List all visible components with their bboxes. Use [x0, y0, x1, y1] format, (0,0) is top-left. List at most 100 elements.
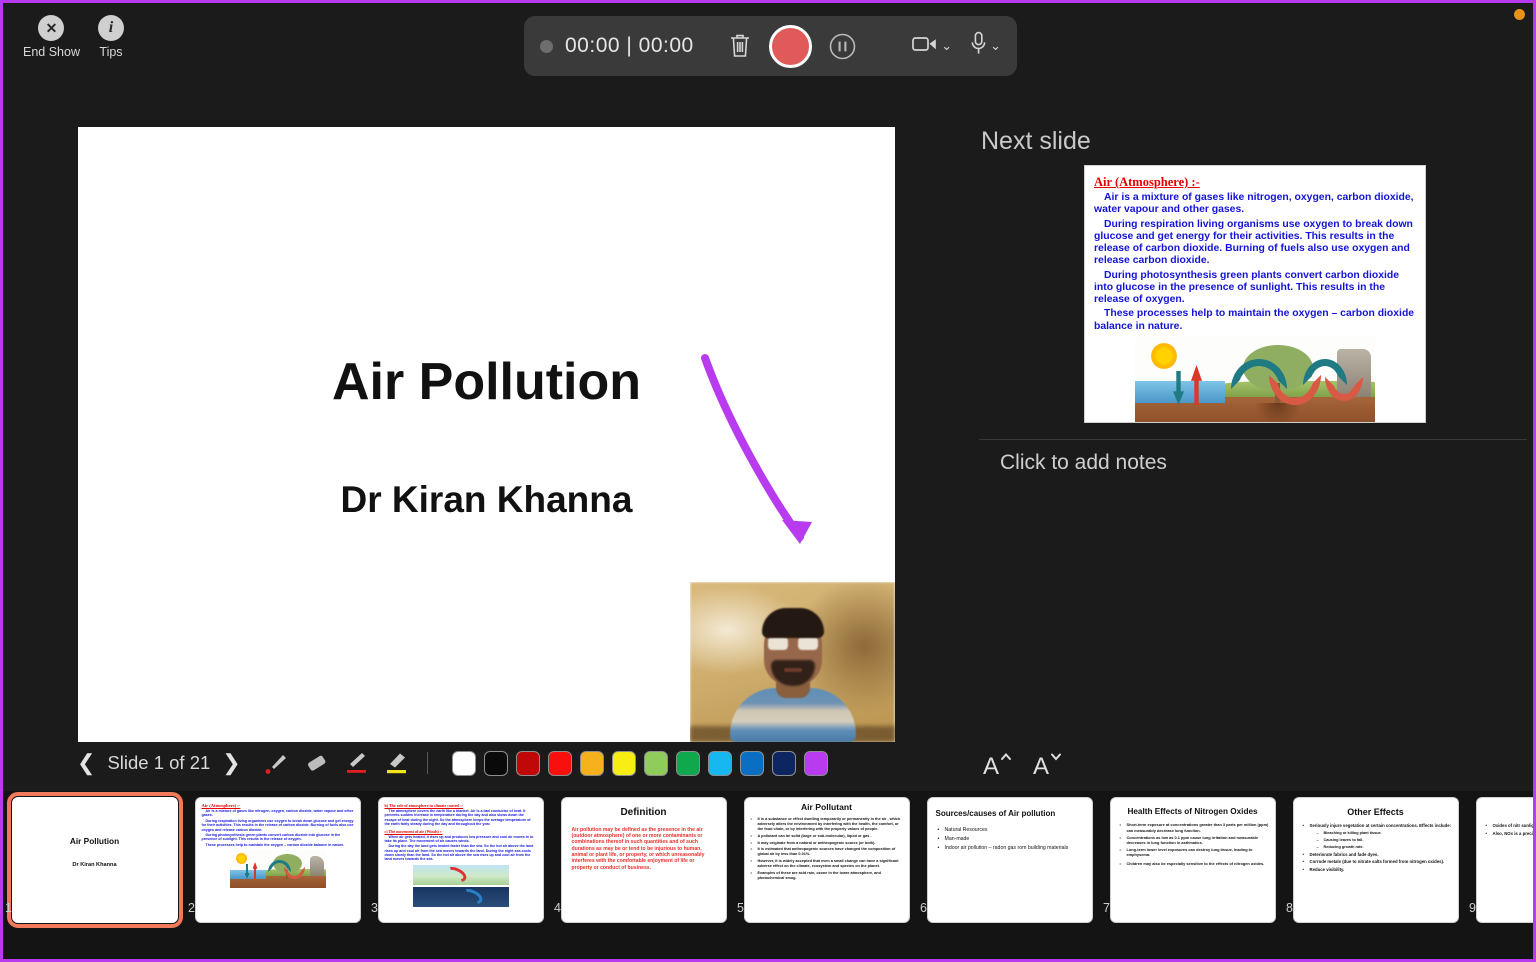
laser-pointer-tool[interactable] — [263, 750, 289, 776]
thumb-title: Other Effects — [1347, 807, 1404, 817]
thumb-paragraph: During respiration living organisms use … — [201, 818, 354, 832]
microphone-selector[interactable]: ⌄ — [970, 31, 1001, 61]
thumb-title: Health Effects of Nitrogen Oxides — [1127, 807, 1258, 816]
thumbnail-item[interactable]: Sources/causes of Air pollution Natural … — [918, 791, 1101, 923]
next-slide-preview[interactable]: Air (Atmosphere) :- Air is a mixture of … — [1084, 165, 1426, 423]
tips-button[interactable]: i Tips — [97, 15, 124, 59]
tips-label: Tips — [99, 45, 123, 59]
next-slide-paragraph: During photosynthesis green plants conve… — [1094, 269, 1400, 306]
next-slide-paragraph: During respiration living organisms use … — [1094, 218, 1413, 267]
trash-icon[interactable] — [728, 32, 752, 60]
thumbnail-number: 8 — [1286, 901, 1293, 915]
thumb-title: Definition — [620, 807, 667, 818]
decrease-font-size-icon[interactable]: A — [1031, 749, 1063, 780]
list-item: Examples of these are acid rain, ozone i… — [751, 871, 903, 881]
next-slide-button[interactable]: ❯ — [222, 752, 240, 774]
svg-text:A: A — [1033, 753, 1049, 779]
thumbnail-slide-3[interactable]: b) The role of atmosphere in climate con… — [377, 797, 544, 923]
increase-font-size-icon[interactable]: A — [981, 749, 1013, 780]
list-item: Corrode metals (due to nitrate salts for… — [1303, 859, 1452, 865]
slide-counter: Slide 1 of 21 — [107, 752, 211, 773]
thumbnail-slide-8[interactable]: Other Effects Seriously injure vegetatio… — [1292, 797, 1459, 923]
pen-tool[interactable] — [343, 750, 369, 776]
next-slide-paragraph: These processes help to maintain the oxy… — [1094, 308, 1415, 332]
info-icon: i — [97, 15, 124, 41]
thumbnail-slide-9[interactable]: Other Eff Oxides of nitr sunlight, can h… — [1475, 797, 1534, 923]
eraser-tool[interactable] — [303, 750, 329, 776]
ink-color-green[interactable] — [675, 750, 700, 776]
thumbnail-number: 9 — [1469, 901, 1476, 915]
thumbnail-slide-1[interactable]: Air Pollution Dr Kiran Khanna — [6, 792, 183, 928]
next-slide-heading: Air (Atmosphere) :- — [1094, 175, 1200, 189]
ink-color-black[interactable] — [483, 750, 508, 776]
thumb-paragraph: During the day the land gets heated fast… — [384, 844, 534, 862]
current-slide-stage[interactable]: Air Pollution Dr Kiran Khanna — [78, 127, 895, 742]
list-item: Causing leaves to fall. — [1317, 838, 1452, 843]
top-left-controls: ✕ End Show i Tips — [23, 15, 124, 59]
thumbnail-slide-5[interactable]: Air Pollutant It is a substance or effec… — [743, 797, 910, 923]
ink-color-red[interactable] — [547, 750, 572, 776]
thumbnail-item[interactable]: Air Pollutant It is a substance or effec… — [735, 791, 918, 923]
thumbnail-item[interactable]: Health Effects of Nitrogen Oxides Short-… — [1101, 791, 1284, 923]
thumbnail-number: 1 — [5, 901, 12, 915]
list-item: Oxides of nitr sunlight, can hydrocarbon… — [1486, 823, 1534, 829]
ink-color-light-green[interactable] — [643, 750, 668, 776]
thumbnail-number: 4 — [554, 901, 561, 915]
toolbar-divider — [426, 752, 428, 774]
thumbnail-item[interactable]: b) The role of atmosphere in climate con… — [369, 791, 552, 923]
thumb-paragraph: The atmosphere covers the earth like a b… — [384, 809, 531, 827]
thumbnail-slide-4[interactable]: Definition Air pollution may be defined … — [560, 797, 727, 923]
ink-color-navy[interactable] — [771, 750, 796, 776]
ink-color-blue[interactable] — [739, 750, 764, 776]
thumbnail-item[interactable]: Definition Air pollution may be defined … — [552, 791, 735, 923]
recording-toolbar: 00:00 | 00:00 ⌄ ⌄ — [524, 16, 1017, 76]
slide-thumbnail-strip[interactable]: Air Pollution Dr Kiran Khanna 1 Air (Atm… — [3, 791, 1533, 959]
thumb-title: Sources/causes of Air pollution — [935, 809, 1056, 818]
recording-indicator-dot — [1514, 9, 1525, 20]
thumbnail-slide-2[interactable]: Air (Atmosphere) :- Air is a mixture of … — [194, 797, 361, 923]
ink-color-cyan[interactable] — [707, 750, 732, 776]
ink-color-yellow[interactable] — [611, 750, 636, 776]
ink-annotation-arrow — [701, 354, 812, 544]
list-item: Indoor air pollution – radon gas rom bui… — [938, 845, 1086, 852]
slide-navigation-bar: ❮ Slide 1 of 21 ❯ — [77, 750, 828, 776]
thumbnail-item[interactable]: Other Effects Seriously injure vegetatio… — [1284, 791, 1467, 923]
list-item: Also, NOx is a precipitation, terrestria… — [1486, 831, 1534, 837]
thumbnail-item[interactable]: Other Eff Oxides of nitr sunlight, can h… — [1467, 791, 1534, 923]
list-item: A pollutant can be solid (large or sub-m… — [751, 834, 903, 839]
ink-color-orange[interactable] — [579, 750, 604, 776]
highlighter-tool[interactable] — [383, 750, 409, 776]
previous-slide-button[interactable]: ❮ — [77, 752, 95, 774]
thumb-title: Air Pollutant — [800, 802, 853, 812]
thumbnail-number: 2 — [188, 901, 195, 915]
camera-selector[interactable]: ⌄ — [912, 34, 952, 58]
thumb-body: Air pollution may be defined as the pres… — [571, 826, 705, 871]
carbon-oxygen-cycle-diagram — [229, 850, 326, 888]
ink-color-white[interactable] — [451, 750, 476, 776]
microphone-icon — [970, 31, 987, 61]
ink-color-swatches — [451, 750, 828, 776]
list-item: Man-made — [938, 836, 1086, 843]
list-item: Long-term lower level exposures can dest… — [1120, 847, 1269, 857]
thumbnail-item[interactable]: Air Pollution Dr Kiran Khanna 1 — [3, 791, 186, 928]
notes-font-controls: A A — [981, 749, 1063, 780]
ink-color-dark-red[interactable] — [515, 750, 540, 776]
thumbnail-item[interactable]: Air (Atmosphere) :- Air is a mixture of … — [186, 791, 369, 923]
thumb-paragraph: Air is a mixture of gases like nitrogen,… — [201, 809, 354, 818]
presenter-view-window: ✕ End Show i Tips 00:00 | 00:00 ⌄ ⌄ Air … — [0, 0, 1536, 962]
thumbnail-slide-7[interactable]: Health Effects of Nitrogen Oxides Short-… — [1109, 797, 1276, 923]
next-slide-label: Next slide — [981, 127, 1091, 155]
end-show-button[interactable]: ✕ End Show — [23, 15, 80, 59]
notes-input[interactable]: Click to add notes — [1000, 451, 1167, 475]
list-item: However, it is widely accepted that even… — [751, 859, 903, 869]
thumb-paragraph: During photosynthesis green plants conve… — [201, 832, 341, 842]
record-button[interactable] — [768, 24, 812, 68]
end-show-label: End Show — [23, 45, 80, 59]
chevron-down-icon: ⌄ — [990, 38, 1001, 53]
list-item: It may originate from a natural or anthr… — [751, 841, 903, 846]
pause-icon[interactable] — [829, 33, 856, 60]
ink-color-magenta[interactable] — [803, 750, 828, 776]
notes-divider — [979, 439, 1527, 440]
thumbnail-slide-6[interactable]: Sources/causes of Air pollution Natural … — [926, 797, 1093, 923]
thumbnail-number: 3 — [371, 901, 378, 915]
